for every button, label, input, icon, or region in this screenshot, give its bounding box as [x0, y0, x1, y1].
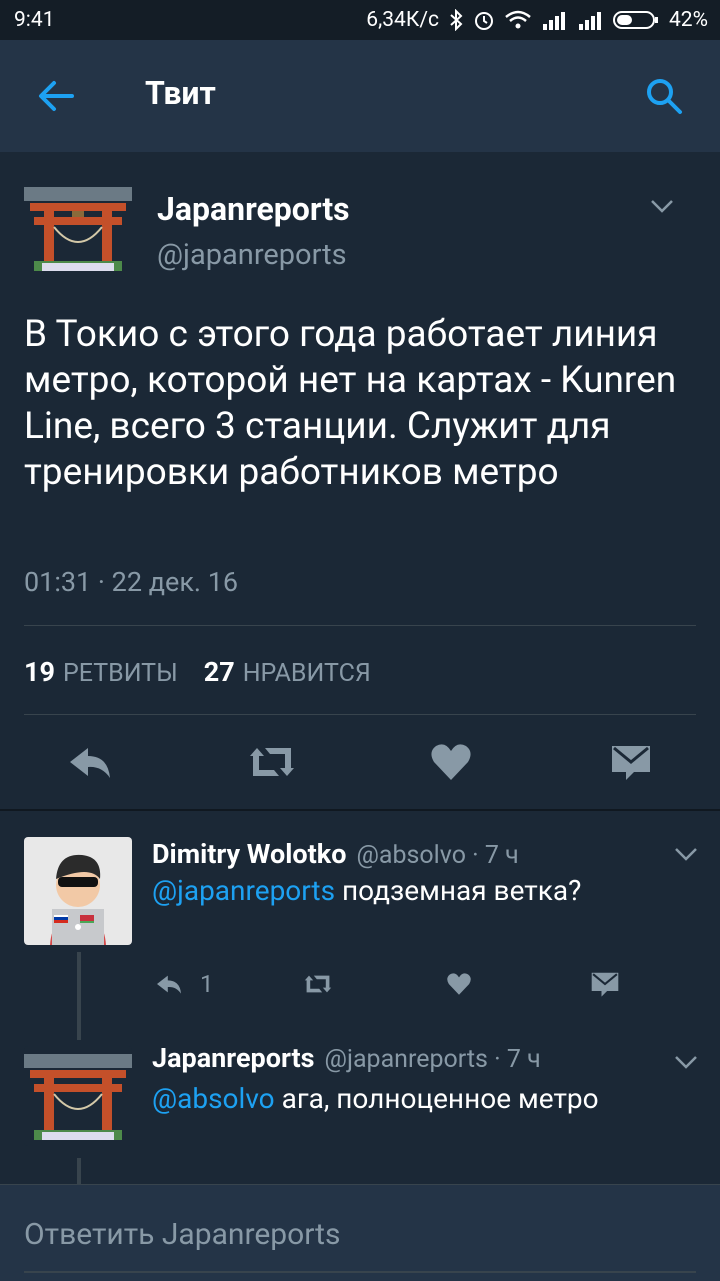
reply-age: · 7 ч — [494, 1045, 541, 1074]
reply-icon[interactable] — [66, 742, 114, 782]
chevron-down-icon[interactable] — [674, 1054, 698, 1070]
reply-body: подземная ветка? — [335, 874, 582, 907]
reply-author-name[interactable]: Dimitry Wolotko — [152, 838, 346, 870]
reply-author-handle[interactable]: @absolvo — [356, 841, 466, 870]
divider — [24, 714, 696, 715]
app-bar: Твит — [0, 40, 720, 152]
message-icon[interactable] — [610, 742, 652, 782]
search-icon[interactable] — [644, 76, 684, 116]
reply-body: ага, полноценное метро — [274, 1082, 599, 1115]
author-name[interactable]: Japanreports — [157, 190, 350, 228]
reply-count: 1 — [200, 970, 214, 998]
status-icons: 6,34К/с 42% — [366, 8, 708, 32]
retweet-icon[interactable] — [244, 742, 300, 782]
reply-input[interactable]: Ответить Japanreports — [24, 1217, 340, 1252]
reply-author[interactable]: Japanreports @japanreports · 7 ч — [152, 1042, 541, 1074]
avatar[interactable] — [24, 1046, 132, 1146]
battery-percent: 42% — [669, 8, 708, 32]
reply-author-name[interactable]: Japanreports — [152, 1042, 315, 1074]
section-separator — [0, 809, 720, 811]
arrow-left-icon[interactable] — [36, 76, 76, 116]
battery-icon — [613, 11, 658, 29]
mention-link[interactable]: @japanreports — [152, 874, 335, 907]
input-underline — [24, 1271, 696, 1273]
likes-label[interactable]: НРАВИТСЯ — [243, 659, 371, 688]
page-title: Твит — [145, 74, 216, 112]
reply-author[interactable]: Dimitry Wolotko @absolvo · 7 ч — [152, 838, 519, 870]
reply-text: @absolvo ага, полноценное метро — [152, 1082, 599, 1115]
thread-line — [77, 952, 81, 1040]
author-handle[interactable]: @japanreports — [157, 238, 347, 272]
divider — [24, 625, 696, 626]
retweets-count[interactable]: 19 — [24, 656, 55, 688]
tweet-text: В Токио с этого года работает линия метр… — [24, 313, 677, 494]
likes-count[interactable]: 27 — [204, 656, 235, 688]
heart-icon[interactable] — [446, 972, 472, 996]
signal-icon — [543, 12, 565, 30]
reply-icon[interactable] — [154, 972, 184, 996]
status-time: 9:41 — [14, 8, 55, 32]
avatar[interactable] — [24, 837, 132, 945]
signal-icon — [579, 12, 601, 30]
tweet-timestamp: 01:31 · 22 дек. 16 — [24, 566, 239, 598]
reply-author-handle[interactable]: @japanreports — [325, 1045, 488, 1074]
avatar[interactable] — [24, 183, 132, 275]
reply-age: · 7 ч — [472, 841, 519, 870]
network-speed: 6,34К/с — [366, 8, 439, 32]
chevron-down-icon[interactable] — [650, 198, 674, 214]
thread-line — [77, 1158, 81, 1184]
bluetooth-icon — [450, 9, 463, 31]
alarm-icon — [475, 12, 493, 30]
reply-text: @japanreports подземная ветка? — [152, 874, 581, 907]
mention-link[interactable]: @absolvo — [152, 1082, 275, 1115]
tweet-stats: 19 РЕТВИТЫ 27 НРАВИТСЯ — [24, 656, 371, 688]
reply-composer[interactable]: Ответить Japanreports — [0, 1184, 720, 1281]
retweets-label[interactable]: РЕТВИТЫ — [63, 659, 178, 688]
chevron-down-icon[interactable] — [674, 846, 698, 862]
retweet-icon[interactable] — [300, 972, 336, 996]
status-bar: 9:41 6,34К/с 42% — [0, 0, 720, 40]
message-icon[interactable] — [590, 970, 620, 998]
wifi-icon — [505, 10, 531, 29]
heart-icon[interactable] — [430, 742, 472, 782]
